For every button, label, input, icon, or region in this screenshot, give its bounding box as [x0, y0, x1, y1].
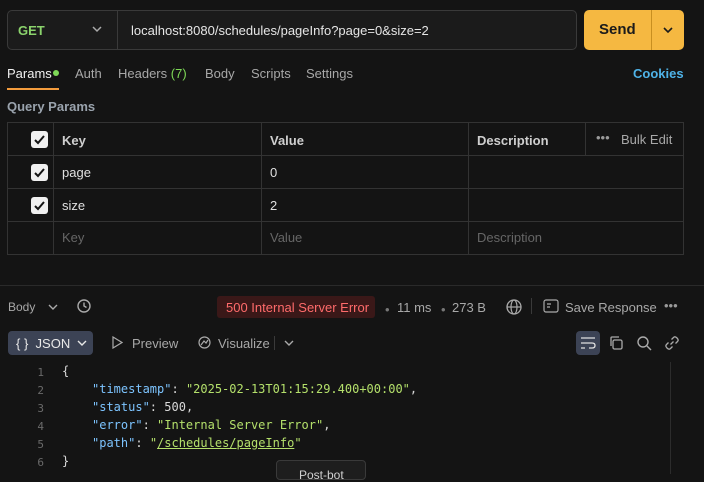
play-icon: [112, 336, 123, 349]
param-key[interactable]: size: [62, 198, 85, 213]
param-key[interactable]: page: [62, 165, 91, 180]
json-value: 500: [164, 400, 186, 414]
table-divider: [585, 123, 586, 155]
json-key: "timestamp": [92, 382, 172, 396]
chevron-down-icon[interactable]: [283, 337, 295, 349]
param-value[interactable]: 0: [270, 165, 277, 180]
chevron-down-icon: [92, 26, 102, 33]
wrap-lines-button[interactable]: [576, 331, 600, 355]
tooltip-label: Post-bot: [299, 468, 344, 482]
send-label: Send: [599, 21, 636, 38]
visualize-icon: [198, 336, 211, 349]
method-label: GET: [18, 23, 45, 38]
chevron-down-icon[interactable]: [47, 301, 59, 313]
json-value: "2025-02-13T01:15:29.400+00:00": [185, 382, 410, 396]
line-number: 3: [37, 402, 44, 415]
json-key: "path": [92, 436, 136, 450]
format-select[interactable]: { } JSON: [8, 331, 93, 355]
code-line: "status": 500,: [92, 400, 194, 414]
check-icon: [34, 168, 45, 178]
response-body-tab[interactable]: Body: [8, 300, 35, 314]
code-line: "path": "/schedules/pageInfo": [92, 436, 302, 450]
new-key-input[interactable]: Key: [62, 230, 84, 245]
status-text: 500 Internal Server Error: [226, 300, 370, 315]
params-indicator-dot: [53, 70, 59, 76]
link-icon[interactable]: [664, 335, 680, 351]
params-table: Key Value Description ••• Bulk Edit page…: [7, 122, 684, 255]
line-number: 1: [37, 366, 44, 379]
json-value: "Internal Server Error": [157, 418, 324, 432]
toolbar-divider: [274, 336, 275, 350]
new-value-input[interactable]: Value: [270, 230, 302, 245]
post-bot-tooltip[interactable]: Post-bot: [276, 460, 366, 482]
tab-settings[interactable]: Settings: [306, 66, 353, 81]
code-line: }: [62, 454, 70, 468]
code-line: {: [62, 364, 70, 378]
column-header-description: Description: [477, 133, 549, 148]
chevron-down-icon: [77, 340, 87, 346]
url-bar: GET localhost:8080/schedules/pageInfo?pa…: [7, 10, 577, 50]
save-icon: [543, 299, 559, 313]
select-all-checkbox[interactable]: [31, 131, 48, 148]
param-value[interactable]: 2: [270, 198, 277, 213]
new-description-input[interactable]: Description: [477, 230, 542, 245]
more-horizontal-icon[interactable]: •••: [664, 298, 678, 313]
table-divider: [53, 123, 54, 254]
more-horizontal-icon[interactable]: •••: [596, 130, 610, 145]
visualize-tab[interactable]: Visualize: [218, 336, 270, 351]
pane-divider[interactable]: [0, 285, 704, 286]
format-label: { } JSON: [16, 336, 71, 351]
tab-headers[interactable]: Headers (7): [118, 66, 187, 81]
status-badge[interactable]: 500 Internal Server Error: [217, 296, 375, 318]
separator-dot: •: [441, 302, 446, 317]
send-button[interactable]: Send: [584, 10, 684, 50]
cookies-link[interactable]: Cookies: [633, 66, 684, 81]
line-number: 5: [37, 438, 44, 451]
tab-scripts[interactable]: Scripts: [251, 66, 291, 81]
column-header-value: Value: [270, 133, 304, 148]
code-line: "error": "Internal Server Error",: [92, 418, 331, 432]
separator-dot: •: [385, 302, 390, 317]
param-checkbox[interactable]: [31, 197, 48, 214]
table-divider: [8, 188, 683, 189]
wrap-icon: [581, 337, 596, 349]
tab-auth[interactable]: Auth: [75, 66, 102, 81]
response-time[interactable]: 11 ms: [397, 300, 431, 315]
url-input[interactable]: localhost:8080/schedules/pageInfo?page=0…: [131, 23, 429, 38]
check-icon: [34, 201, 45, 211]
line-number: 2: [37, 384, 44, 397]
column-header-key: Key: [62, 133, 86, 148]
save-response-button[interactable]: Save Response: [565, 300, 657, 315]
preview-tab[interactable]: Preview: [132, 336, 178, 351]
method-select[interactable]: GET: [8, 11, 118, 49]
bulk-edit-button[interactable]: Bulk Edit: [621, 132, 672, 147]
tab-params[interactable]: Params: [7, 66, 52, 81]
code-line: "timestamp": "2025-02-13T01:15:29.400+00…: [92, 382, 418, 396]
table-divider: [8, 155, 683, 156]
search-icon[interactable]: [636, 335, 652, 351]
toolbar-divider: [531, 298, 532, 314]
globe-icon[interactable]: [505, 298, 523, 316]
table-divider: [261, 123, 262, 254]
line-number: 4: [37, 420, 44, 433]
line-number: 6: [37, 456, 44, 469]
headers-count: (7): [170, 66, 187, 81]
chevron-down-icon[interactable]: [661, 23, 675, 37]
active-tab-underline: [7, 88, 59, 90]
json-path-link[interactable]: /schedules/pageInfo: [157, 436, 294, 450]
query-params-title: Query Params: [7, 99, 96, 114]
json-key: "status": [92, 400, 150, 414]
param-checkbox[interactable]: [31, 164, 48, 181]
send-divider: [651, 10, 652, 50]
tab-body[interactable]: Body: [205, 66, 235, 81]
scrollbar[interactable]: [670, 362, 685, 474]
tab-headers-label: Headers: [118, 66, 168, 81]
json-key: "error": [92, 418, 143, 432]
table-divider: [468, 123, 469, 254]
table-divider: [8, 221, 683, 222]
copy-icon[interactable]: [608, 335, 624, 351]
check-icon: [34, 135, 45, 145]
history-icon[interactable]: [76, 298, 92, 314]
response-size[interactable]: 273 B: [452, 300, 486, 315]
